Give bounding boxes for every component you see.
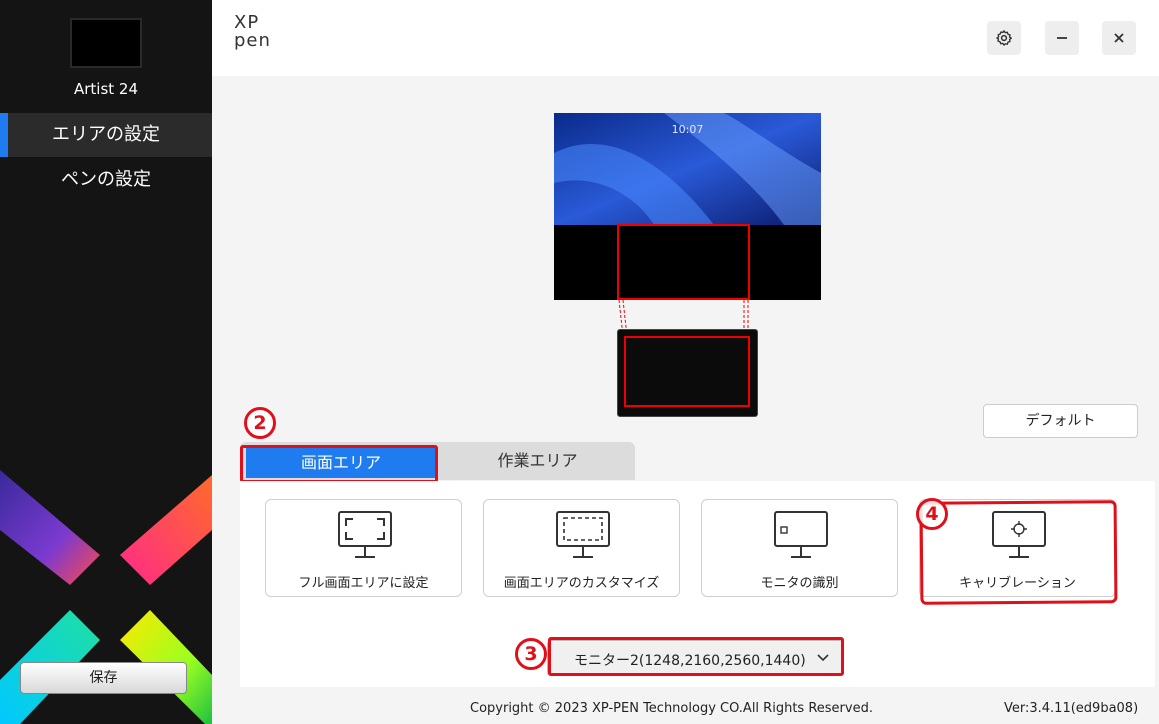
device-thumbnail <box>70 18 142 68</box>
fullscreen-monitor-icon <box>338 511 392 558</box>
version-text: Ver:3.4.11(ed9ba08) <box>1004 701 1139 716</box>
sidebar-item-pen-settings[interactable]: ペンの設定 <box>0 158 212 202</box>
mapped-area-outline <box>617 224 750 300</box>
annotation-badge-3: 3 <box>515 638 547 670</box>
gear-icon <box>996 30 1013 46</box>
card-label: 画面エリアのカスタマイズ <box>503 576 660 591</box>
card-label: モニタの識別 <box>760 576 839 591</box>
default-button[interactable]: デフォルト <box>983 404 1138 438</box>
customize-area-button[interactable]: 画面エリアのカスタマイズ <box>483 499 680 597</box>
annotation-badge-4: 4 <box>916 498 948 530</box>
identify-monitor-icon <box>774 511 828 558</box>
annotation-highlight-tab <box>240 445 438 483</box>
minimize-icon <box>1057 37 1067 39</box>
sidebar: Artist 24 エリアの設定 ペンの設定 保存 <box>0 0 212 724</box>
minimize-button[interactable] <box>1045 21 1079 55</box>
copyright-text: Copyright © 2023 XP-PEN Technology CO.Al… <box>470 701 873 716</box>
clock-label: 10:07 <box>671 123 704 136</box>
annotation-highlight-calibration <box>919 500 1118 605</box>
identify-monitor-button[interactable]: モニタの識別 <box>701 499 898 597</box>
sidebar-item-area-settings[interactable]: エリアの設定 <box>0 113 212 157</box>
tab-work-area[interactable]: 作業エリア <box>440 442 635 480</box>
close-icon <box>1114 33 1124 43</box>
annotation-highlight-select <box>548 637 844 676</box>
full-screen-area-button[interactable]: フル画面エリアに設定 <box>265 499 462 597</box>
xp-pen-logo: XP pen <box>234 12 271 51</box>
annotation-badge-2: 2 <box>244 407 276 439</box>
close-button[interactable] <box>1102 21 1136 55</box>
tablet-area-outline <box>624 336 750 407</box>
device-name: Artist 24 <box>73 80 139 98</box>
save-button[interactable]: 保存 <box>20 662 187 694</box>
header: XP pen <box>212 0 1159 76</box>
card-label: フル画面エリアに設定 <box>298 576 429 591</box>
settings-button[interactable] <box>987 21 1021 55</box>
custom-area-monitor-icon <box>556 511 610 558</box>
